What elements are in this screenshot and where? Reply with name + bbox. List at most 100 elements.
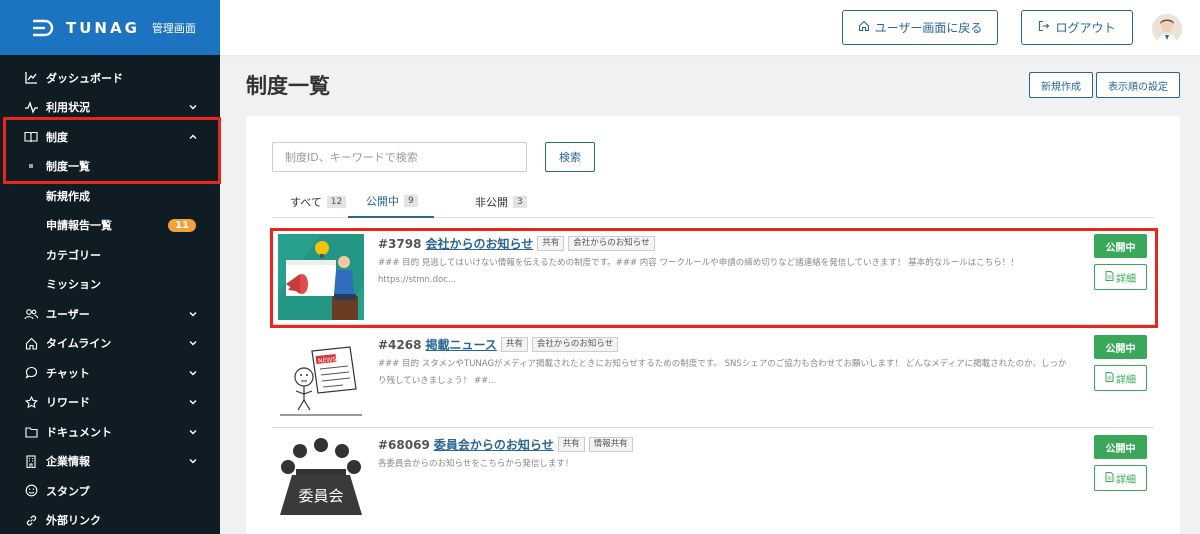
tab-label: すべて — [290, 196, 322, 209]
logout-label: ログアウト — [1055, 21, 1116, 35]
tag-badge: 会社からのお知らせ — [568, 236, 655, 251]
chevron-down-icon — [188, 102, 198, 112]
tab-published[interactable]: 公開中 9 — [348, 186, 434, 218]
row-title: #68069 委員会からのお知らせ 共有 情報共有 — [378, 436, 633, 453]
system-id: #4268 — [378, 337, 422, 352]
system-id: #68069 — [378, 437, 430, 452]
system-id: #3798 — [378, 236, 422, 251]
tag-badge: 共有 — [557, 437, 585, 452]
detail-label: 詳細 — [1116, 273, 1136, 285]
home-icon — [24, 336, 38, 350]
sidebar-item-usage[interactable]: 利用状況 — [0, 93, 220, 123]
sidebar-item-system[interactable]: 制度 — [0, 122, 220, 152]
table-row[interactable]: #3798 会社からのお知らせ 共有 会社からのお知らせ ### 目的 見逃して… — [272, 228, 1154, 325]
sidebar-item-dashboard[interactable]: ダッシュボード — [0, 63, 220, 93]
sidebar-item-label: リワード — [46, 396, 90, 410]
chevron-down-icon — [188, 338, 198, 348]
status-button[interactable]: 公開中 — [1094, 335, 1147, 359]
status-button[interactable]: 公開中 — [1094, 234, 1147, 258]
detail-button[interactable]: 詳細 — [1094, 465, 1147, 491]
chart-icon — [24, 71, 38, 85]
logo-subtitle: 管理画面 — [151, 21, 196, 35]
count-badge: 11 — [168, 218, 196, 232]
sidebar-subitem-system-list[interactable]: 制度一覧 — [0, 152, 220, 182]
page-title: 制度一覧 — [246, 74, 330, 98]
tab-label: 非公開 — [475, 196, 508, 209]
sidebar-subitem-label: 申請報告一覧 — [46, 219, 112, 233]
tag-badge: 共有 — [537, 236, 565, 251]
book-icon — [24, 130, 38, 144]
sidebar-subitem-label: 新規作成 — [46, 189, 90, 203]
row-title: #4268 掲載ニュース 共有 会社からのお知らせ — [378, 336, 619, 353]
search-button[interactable]: 検索 — [545, 142, 595, 172]
document-icon — [1105, 471, 1114, 485]
active-indicator — [29, 164, 33, 169]
home-icon — [858, 20, 870, 35]
users-icon — [24, 307, 38, 321]
sidebar-subitem-label: ミッション — [46, 278, 101, 292]
sidebar-item-label: ドキュメント — [46, 425, 112, 439]
user-screen-button[interactable]: ユーザー画面に戻る — [842, 10, 998, 45]
document-icon — [1105, 270, 1114, 284]
building-icon — [24, 454, 38, 468]
thumbnail-image: 委員会 — [278, 435, 364, 521]
sidebar-subitem-label: 制度一覧 — [46, 160, 90, 174]
link-icon — [24, 513, 38, 527]
smile-icon — [24, 484, 38, 498]
sidebar-item-stamp[interactable]: スタンプ — [0, 476, 220, 506]
tab-count: 12 — [326, 196, 347, 208]
tab-private[interactable]: 非公開 3 — [475, 186, 527, 218]
sidebar-item-timeline[interactable]: タイムライン — [0, 329, 220, 359]
table-row[interactable]: NEWS #4268 掲載ニュース 共有 会社からのお知らせ ### 目的 スタ… — [272, 329, 1154, 428]
sidebar-item-users[interactable]: ユーザー — [0, 299, 220, 329]
logout-icon — [1038, 20, 1050, 35]
sidebar-item-label: 利用状況 — [46, 101, 90, 115]
sidebar: TUNAG 管理画面 ダッシュボード 利用状況 制度 制度一覧 新規作成 申請報… — [0, 0, 220, 534]
system-name-link[interactable]: 掲載ニュース — [425, 336, 496, 353]
row-description: 各委員会からのお知らせをこちらから発信します！ — [378, 459, 574, 469]
sidebar-item-document[interactable]: ドキュメント — [0, 417, 220, 447]
chevron-down-icon — [188, 427, 198, 437]
row-description: ### 目的 スタメンやTUNAGがメディア掲載されたときにお知らせするための制… — [378, 359, 1067, 386]
sidebar-subitem-mission[interactable]: ミッション — [0, 270, 220, 300]
sidebar-subitem-new[interactable]: 新規作成 — [0, 181, 220, 211]
sidebar-item-reward[interactable]: リワード — [0, 388, 220, 418]
status-button[interactable]: 公開中 — [1094, 435, 1147, 459]
tunag-logo-icon — [32, 19, 58, 37]
avatar[interactable] — [1152, 14, 1182, 44]
sidebar-item-label: ユーザー — [46, 307, 90, 321]
tab-label: 公開中 — [366, 195, 399, 208]
tab-count: 9 — [404, 195, 418, 207]
sidebar-item-label: タイムライン — [46, 337, 112, 351]
chat-icon — [24, 366, 38, 380]
search-input[interactable]: 制度ID、キーワードで検索 — [272, 142, 527, 172]
new-system-button[interactable]: 新規作成 — [1029, 72, 1093, 98]
sidebar-item-label: 外部リンク — [46, 514, 101, 528]
top-header: ユーザー画面に戻る ログアウト — [220, 0, 1200, 55]
sidebar-subitem-applications[interactable]: 申請報告一覧 11 — [0, 211, 220, 241]
detail-button[interactable]: 詳細 — [1094, 264, 1147, 290]
system-name-link[interactable]: 委員会からのお知らせ — [434, 436, 554, 453]
logout-button[interactable]: ログアウト — [1021, 10, 1133, 45]
table-row[interactable]: 委員会 #68069 委員会からのお知らせ 共有 情報共有 各委員会からのお知ら… — [272, 429, 1154, 529]
logo[interactable]: TUNAG 管理画面 — [0, 0, 220, 55]
logo-text: TUNAG — [66, 18, 140, 37]
tag-badge: 情報共有 — [588, 437, 633, 452]
thumbnail-image — [278, 234, 364, 320]
chevron-down-icon — [188, 397, 198, 407]
sidebar-nav: ダッシュボード 利用状況 制度 制度一覧 新規作成 申請報告一覧 11 カテゴリ… — [0, 55, 220, 534]
system-name-link[interactable]: 会社からのお知らせ — [425, 235, 533, 252]
sidebar-item-chat[interactable]: チャット — [0, 358, 220, 388]
row-description: ### 目的 見逃してはいけない情報を伝えるための制度です。### 内容 ワーク… — [378, 258, 1019, 285]
tab-all[interactable]: すべて 12 — [290, 186, 347, 218]
thumbnail-image: NEWS — [278, 335, 364, 421]
status-tabs: すべて 12 公開中 9 非公開 3 — [272, 186, 1154, 218]
chevron-down-icon — [188, 309, 198, 319]
display-order-button[interactable]: 表示順の設定 — [1096, 72, 1180, 98]
detail-button[interactable]: 詳細 — [1094, 365, 1147, 391]
chevron-down-icon — [188, 456, 198, 466]
sidebar-subitem-category[interactable]: カテゴリー — [0, 240, 220, 270]
sidebar-item-external-link[interactable]: 外部リンク — [0, 506, 220, 534]
sidebar-item-label: 制度 — [46, 130, 68, 144]
sidebar-item-company[interactable]: 企業情報 — [0, 447, 220, 477]
